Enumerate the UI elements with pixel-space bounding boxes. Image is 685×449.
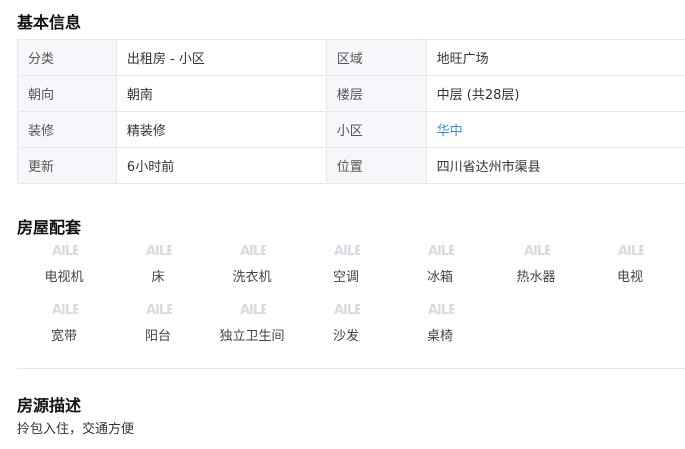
private-bathroom-icon: AILE bbox=[238, 299, 266, 323]
water-heater-icon: AILE bbox=[522, 240, 550, 264]
orientation-value: 朝南 bbox=[115, 75, 327, 112]
area-value: 地旺广场 bbox=[425, 39, 685, 76]
decoration-value: 精装修 bbox=[115, 111, 327, 148]
broadband-icon: AILE bbox=[50, 299, 78, 323]
amenity-label: 宽带 bbox=[50, 329, 77, 344]
area-label: 区域 bbox=[325, 39, 427, 76]
category-label: 分类 bbox=[17, 39, 117, 76]
table-chair-icon: AILE bbox=[426, 299, 454, 323]
amenity-item: AILE 电视机 bbox=[17, 240, 111, 285]
air-conditioner-icon: AILE bbox=[332, 240, 360, 264]
tv-icon-text: AILE bbox=[52, 244, 78, 259]
amenity-label: 洗衣机 bbox=[232, 270, 272, 285]
updated-value: 6小时前 bbox=[115, 147, 327, 184]
basic-info-title: 基本信息 bbox=[17, 13, 82, 32]
floor-value: 中层 (共28层) bbox=[425, 75, 685, 112]
amenity-label: 沙发 bbox=[332, 329, 359, 344]
fridge-icon-text: AILE bbox=[428, 244, 454, 259]
air-conditioner-icon-text: AILE bbox=[334, 244, 360, 259]
category-value: 出租房 - 小区 bbox=[115, 39, 327, 76]
bed-icon: AILE bbox=[144, 240, 172, 264]
location-value: 四川省达州市渠县 bbox=[425, 147, 685, 184]
balcony-icon: AILE bbox=[144, 299, 172, 323]
amenity-label: 热水器 bbox=[516, 270, 556, 285]
sofa-icon-text: AILE bbox=[334, 303, 360, 318]
washing-machine-icon-text: AILE bbox=[240, 244, 266, 259]
orientation-label: 朝向 bbox=[17, 75, 117, 112]
table-row: 更新 6小时前 位置 四川省达州市渠县 bbox=[17, 147, 685, 184]
basic-info-table: 分类 出租房 - 小区 区域 地旺广场 朝向 朝南 楼层 中层 (共28层) 装… bbox=[17, 39, 685, 184]
table-row: 分类 出租房 - 小区 区域 地旺广场 bbox=[17, 39, 685, 76]
table-row: 装修 精装修 小区 华中 bbox=[17, 111, 685, 148]
description-text: 拎包入住，交通方便 bbox=[17, 422, 135, 437]
amenity-item: AILE 床 bbox=[111, 240, 205, 285]
amenity-item: AILE 冰箱 bbox=[393, 240, 487, 285]
tv-icon: AILE bbox=[50, 240, 78, 264]
amenity-item: AILE 桌椅 bbox=[393, 299, 487, 344]
description-title: 房源描述 bbox=[17, 396, 82, 415]
bed-icon-text: AILE bbox=[146, 244, 172, 259]
community-link[interactable]: 华中 bbox=[425, 111, 685, 148]
amenity-label: 空调 bbox=[332, 270, 359, 285]
amenity-item: AILE 洗衣机 bbox=[205, 240, 299, 285]
private-bathroom-icon-text: AILE bbox=[240, 303, 266, 318]
amenity-item: AILE 沙发 bbox=[299, 299, 393, 344]
amenity-item: AILE 空调 bbox=[299, 240, 393, 285]
amenity-label: 床 bbox=[151, 270, 165, 285]
broadband-icon-text: AILE bbox=[52, 303, 78, 318]
amenity-label: 冰箱 bbox=[426, 270, 453, 285]
updated-label: 更新 bbox=[17, 147, 117, 184]
amenity-label: 独立卫生间 bbox=[219, 329, 285, 344]
section-divider bbox=[17, 368, 685, 369]
balcony-icon-text: AILE bbox=[146, 303, 172, 318]
washing-machine-icon: AILE bbox=[238, 240, 266, 264]
amenities-title: 房屋配套 bbox=[17, 218, 82, 237]
decoration-label: 装修 bbox=[17, 111, 117, 148]
sofa-icon: AILE bbox=[332, 299, 360, 323]
amenity-item: AILE 热水器 bbox=[489, 240, 583, 285]
table-chair-icon-text: AILE bbox=[428, 303, 454, 318]
community-label: 小区 bbox=[325, 111, 427, 148]
amenity-item: AILE 阳台 bbox=[111, 299, 205, 344]
floor-label: 楼层 bbox=[325, 75, 427, 112]
television-icon-text: AILE bbox=[618, 244, 644, 259]
television-icon: AILE bbox=[616, 240, 644, 264]
amenity-label: 桌椅 bbox=[426, 329, 453, 344]
amenity-item: AILE 宽带 bbox=[17, 299, 111, 344]
amenity-label: 电视机 bbox=[44, 270, 84, 285]
table-row: 朝向 朝南 楼层 中层 (共28层) bbox=[17, 75, 685, 112]
fridge-icon: AILE bbox=[426, 240, 454, 264]
location-label: 位置 bbox=[325, 147, 427, 184]
amenity-item: AILE 独立卫生间 bbox=[205, 299, 299, 344]
water-heater-icon-text: AILE bbox=[524, 244, 550, 259]
amenity-label: 阳台 bbox=[144, 329, 171, 344]
amenity-label: 电视 bbox=[616, 270, 643, 285]
amenity-item: AILE 电视 bbox=[583, 240, 677, 285]
